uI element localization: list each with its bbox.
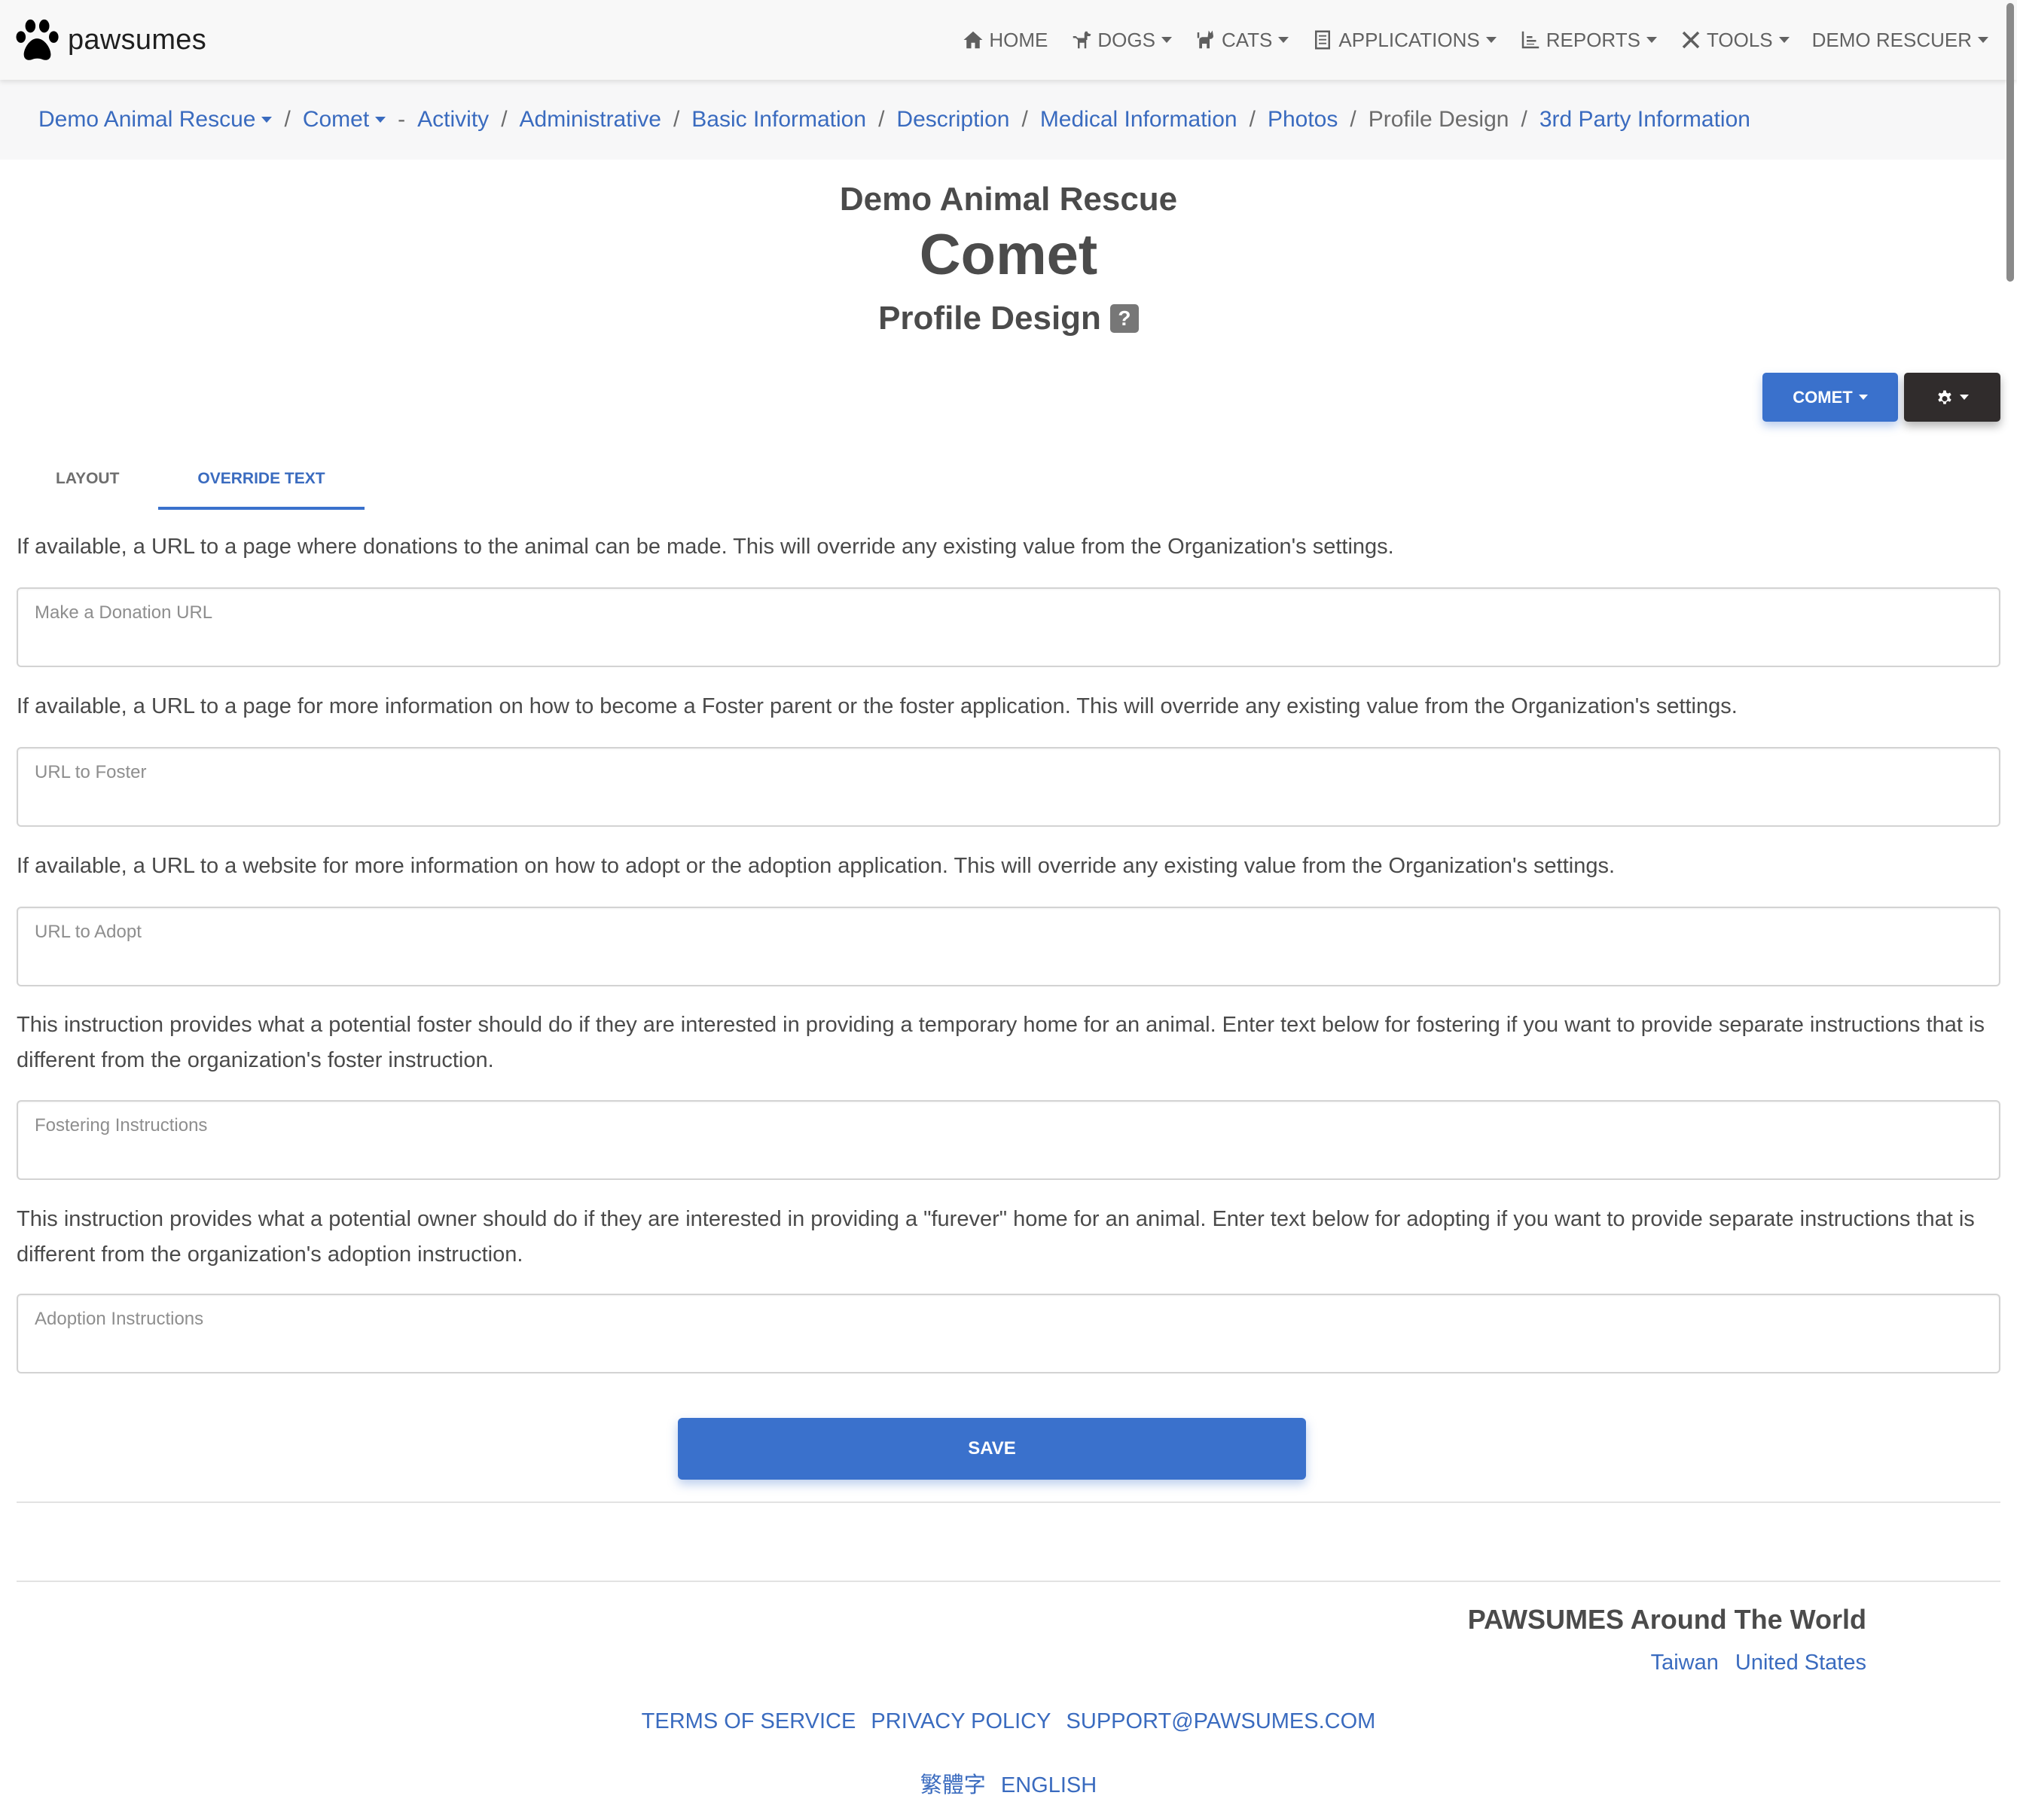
chevron-down-icon: [1978, 37, 1988, 43]
nav-cats-label: CATS: [1221, 28, 1273, 51]
nav-tools-label: TOOLS: [1706, 28, 1773, 51]
dog-icon: [1073, 31, 1091, 49]
language-links: 繁體字 ENGLISH: [0, 1767, 2017, 1799]
clipboard-icon: [1315, 30, 1331, 50]
chevron-down-icon: [375, 117, 386, 123]
breadcrumb-medical-information[interactable]: Medical Information: [1040, 107, 1237, 133]
breadcrumb-administrative[interactable]: Administrative: [520, 107, 661, 133]
privacy-policy-link[interactable]: PRIVACY POLICY: [871, 1709, 1051, 1733]
tab-layout[interactable]: LAYOUT: [17, 448, 158, 510]
fostering-instructions-field-wrapper: [17, 1100, 2000, 1180]
chevron-down-icon: [1858, 395, 1868, 400]
breadcrumb-activity[interactable]: Activity: [417, 107, 489, 133]
country-links: Taiwan United States: [1634, 1651, 1866, 1675]
chevron-down-icon: [1161, 37, 1172, 43]
tools-icon: [1682, 31, 1700, 49]
language-traditional-chinese[interactable]: 繁體字: [920, 1773, 986, 1797]
nav-cats[interactable]: CATS: [1195, 29, 1289, 52]
page-scrollbar[interactable]: [2006, 3, 2014, 282]
country-link-united-states[interactable]: United States: [1735, 1651, 1866, 1675]
breadcrumb-separator: /: [1249, 107, 1256, 132]
foster-url-description: If available, a URL to a page for more i…: [17, 694, 1738, 718]
language-english[interactable]: ENGLISH: [1001, 1773, 1097, 1797]
chart-icon: [1521, 31, 1539, 49]
top-navbar: pawsumes HOME DOGS CATS APPLICATIONS REP…: [0, 0, 2017, 80]
save-button[interactable]: SAVE: [678, 1418, 1306, 1480]
nav-reports[interactable]: REPORTS: [1519, 29, 1657, 52]
breadcrumb-animal-label: Comet: [302, 107, 370, 132]
chevron-down-icon: [261, 117, 273, 123]
chevron-down-icon: [1778, 37, 1790, 43]
breadcrumb-separator: /: [1350, 107, 1356, 132]
nav-menu: HOME DOGS CATS APPLICATIONS REPORTS TOOL…: [939, 0, 1988, 80]
nav-reports-label: REPORTS: [1546, 28, 1640, 51]
breadcrumb-separator: /: [284, 107, 291, 132]
nav-home-label: HOME: [989, 28, 1048, 51]
breadcrumb-org[interactable]: Demo Animal Rescue: [38, 107, 273, 133]
settings-dropdown-button[interactable]: [1904, 373, 2000, 422]
donation-url-description: If available, a URL to a page where dona…: [17, 535, 1394, 559]
foster-url-input[interactable]: [18, 748, 1999, 825]
breadcrumb-separator: /: [1521, 107, 1527, 132]
breadcrumb-photos[interactable]: Photos: [1268, 107, 1338, 133]
nav-applications[interactable]: APPLICATIONS: [1311, 28, 1497, 52]
nav-user-menu[interactable]: DEMO RESCUER: [1812, 29, 1988, 52]
legal-links: TERMS OF SERVICE PRIVACY POLICY SUPPORT@…: [0, 1709, 2017, 1734]
brand-logo[interactable]: pawsumes: [15, 18, 206, 62]
adoption-instructions-field-wrapper: [17, 1294, 2000, 1373]
donation-url-input[interactable]: [18, 589, 1999, 666]
animal-dropdown-label: COMET: [1793, 387, 1853, 407]
chevron-down-icon: [1278, 37, 1289, 43]
terms-of-service-link[interactable]: TERMS OF SERVICE: [642, 1709, 856, 1733]
adoption-instructions-input[interactable]: [18, 1295, 1999, 1372]
nav-dogs[interactable]: DOGS: [1070, 29, 1172, 52]
brand-name: pawsumes: [68, 23, 207, 56]
adopt-url-description: If available, a URL to a website for mor…: [17, 854, 1616, 878]
nav-home[interactable]: HOME: [962, 29, 1048, 52]
page-title: Profile Design ?: [0, 300, 2017, 337]
adopt-url-field-wrapper: [17, 907, 2000, 986]
breadcrumb-separator: /: [878, 107, 885, 132]
divider: [17, 1501, 2000, 1503]
breadcrumb-separator: /: [501, 107, 508, 132]
nav-tools[interactable]: TOOLS: [1680, 29, 1790, 52]
fostering-instructions-description: This instruction provides what a potenti…: [17, 1013, 1985, 1072]
tab-bar: LAYOUT OVERRIDE TEXT: [17, 448, 365, 510]
paw-icon: [16, 19, 59, 60]
home-icon: [963, 31, 983, 49]
gear-icon: [1938, 390, 1951, 404]
foster-url-field-wrapper: [17, 747, 2000, 827]
chevron-down-icon: [1485, 37, 1497, 43]
breadcrumb-profile-design: Profile Design: [1368, 107, 1509, 132]
country-link-taiwan[interactable]: Taiwan: [1651, 1651, 1719, 1675]
fostering-instructions-input[interactable]: [18, 1102, 1999, 1178]
around-the-world-title: PAWSUMES Around The World: [1467, 1604, 1866, 1635]
adoption-instructions-description: This instruction provides what a potenti…: [17, 1207, 1975, 1267]
breadcrumb: Demo Animal Rescue / Comet - Activity / …: [0, 80, 2005, 160]
divider: [17, 1581, 2000, 1582]
breadcrumb-description[interactable]: Description: [896, 107, 1009, 133]
nav-dogs-label: DOGS: [1097, 28, 1155, 51]
nav-user-label: DEMO RESCUER: [1811, 28, 1972, 51]
chevron-down-icon: [1960, 395, 1969, 400]
animal-title: Comet: [919, 223, 1098, 287]
tab-override-text[interactable]: OVERRIDE TEXT: [158, 448, 365, 510]
breadcrumb-org-label: Demo Animal Rescue: [38, 107, 256, 132]
support-email-link[interactable]: SUPPORT@PAWSUMES.COM: [1066, 1709, 1376, 1733]
animal-dropdown-button[interactable]: COMET: [1762, 373, 1898, 422]
breadcrumb-separator: /: [1021, 107, 1028, 132]
breadcrumb-basic-information[interactable]: Basic Information: [691, 107, 866, 133]
chevron-down-icon: [1646, 37, 1657, 43]
breadcrumb-dash: -: [398, 107, 406, 132]
help-icon[interactable]: ?: [1109, 304, 1139, 333]
adopt-url-input[interactable]: [18, 908, 1999, 985]
breadcrumb-animal[interactable]: Comet: [303, 107, 386, 133]
cat-icon: [1197, 30, 1213, 49]
nav-applications-label: APPLICATIONS: [1338, 28, 1480, 51]
page-title-text: Profile Design: [878, 300, 1101, 337]
donation-url-field-wrapper: [17, 587, 2000, 667]
breadcrumb-separator: /: [673, 107, 680, 132]
breadcrumb-3rd-party-information[interactable]: 3rd Party Information: [1539, 107, 1750, 133]
org-title: Demo Animal Rescue: [839, 181, 1178, 218]
